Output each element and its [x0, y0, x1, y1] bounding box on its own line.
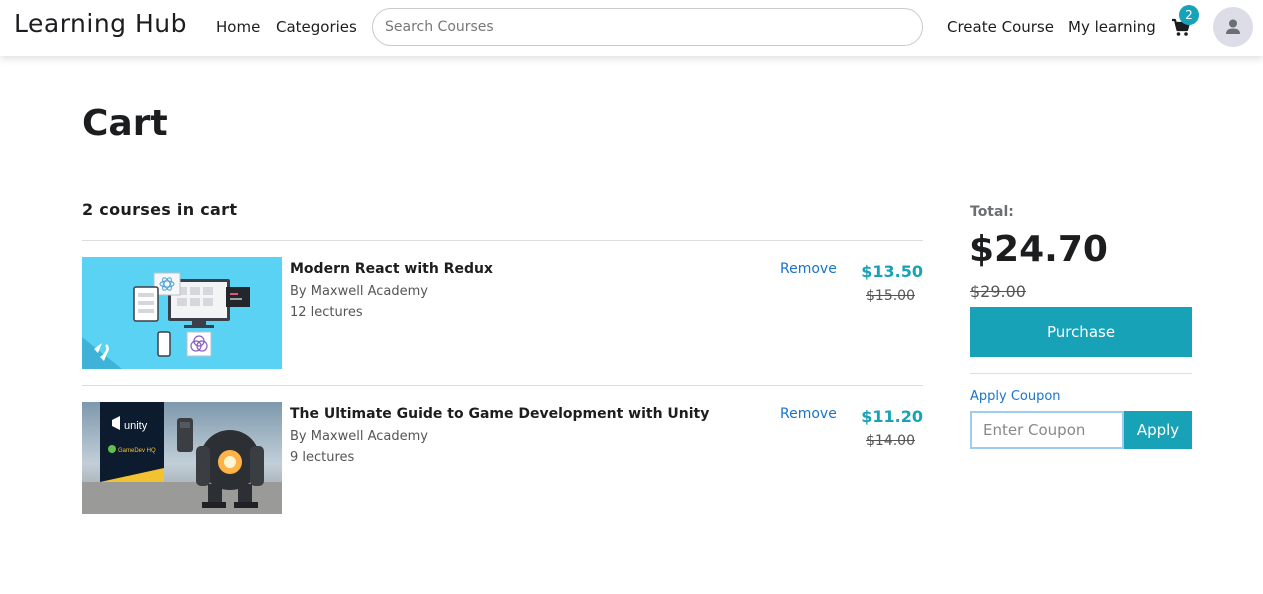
divider	[82, 385, 923, 386]
apply-coupon-link[interactable]: Apply Coupon	[970, 389, 1061, 404]
cart-item: Modern React with Redux By Maxwell Acade…	[82, 257, 923, 369]
search-input[interactable]	[372, 8, 923, 46]
avatar[interactable]	[1213, 7, 1253, 47]
course-thumbnail[interactable]: unity GameDev HQ	[82, 402, 282, 514]
purchase-button[interactable]: Purchase	[970, 307, 1192, 357]
nav-create-course[interactable]: Create Course	[947, 18, 1054, 36]
divider	[970, 373, 1192, 374]
user-icon	[1226, 19, 1240, 34]
nav-categories[interactable]: Categories	[276, 18, 357, 36]
divider	[82, 240, 923, 241]
total-label: Total:	[970, 204, 1014, 220]
total-price: $24.70	[969, 229, 1108, 270]
course-title[interactable]: The Ultimate Guide to Game Development w…	[290, 406, 709, 422]
course-thumbnail[interactable]	[82, 257, 282, 369]
cart-count-badge: 2	[1179, 5, 1199, 25]
original-total-price: $29.00	[970, 282, 1026, 301]
course-lectures: 9 lectures	[290, 450, 355, 465]
cart-item: unity GameDev HQ The Ultimate Guide to G…	[82, 402, 923, 514]
course-price: $11.20	[861, 407, 923, 426]
unity-logo-text: unity	[124, 420, 148, 432]
remove-button[interactable]: Remove	[780, 261, 837, 277]
nav-home[interactable]: Home	[216, 18, 260, 36]
cart-count-heading: 2 courses in cart	[82, 200, 238, 219]
course-author: By Maxwell Academy	[290, 284, 428, 299]
course-title[interactable]: Modern React with Redux	[290, 261, 493, 277]
brand-logo[interactable]: Learning Hub	[14, 9, 187, 38]
nav-my-learning[interactable]: My learning	[1068, 18, 1156, 36]
gamedevhq-logo-text: GameDev HQ	[118, 448, 156, 454]
top-navbar: Learning Hub Home Categories Create Cour…	[0, 0, 1263, 56]
course-original-price: $15.00	[866, 288, 915, 304]
remove-button[interactable]: Remove	[780, 406, 837, 422]
apply-coupon-button[interactable]: Apply	[1124, 411, 1192, 449]
course-author: By Maxwell Academy	[290, 429, 428, 444]
course-original-price: $14.00	[866, 433, 915, 449]
course-lectures: 12 lectures	[290, 305, 363, 320]
course-price: $13.50	[861, 262, 923, 281]
coupon-input[interactable]	[970, 411, 1124, 449]
page-title: Cart	[82, 103, 168, 144]
